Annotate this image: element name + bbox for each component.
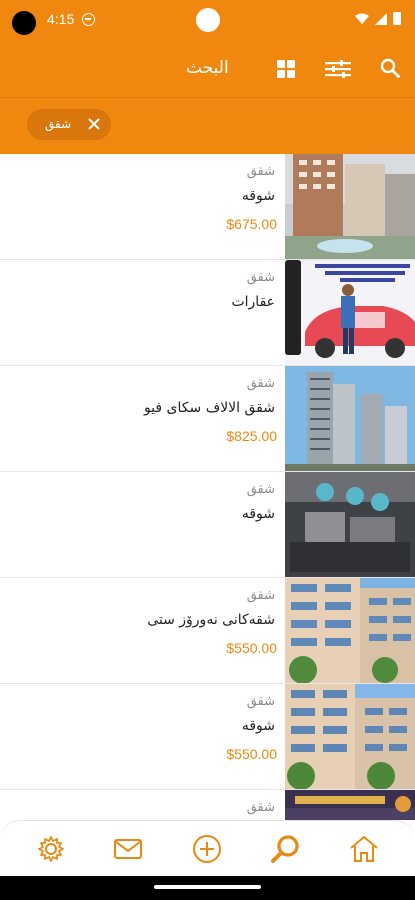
battery-icon <box>393 12 401 25</box>
home-icon[interactable] <box>348 833 380 865</box>
top-header: 4:15 البحث <box>0 0 415 97</box>
filter-chip-label: شقق <box>45 117 72 131</box>
listing-category: شقق <box>246 376 275 391</box>
listings-list: شقق شوقە $675.00 شقق عقارات شقق شقق الال… <box>0 154 415 820</box>
listing-row[interactable]: شقق شقەکانی نەورۆز ستی $550.00 <box>0 578 415 684</box>
do-not-disturb-icon <box>82 13 95 26</box>
system-navigation-bar <box>0 876 415 900</box>
mail-icon[interactable] <box>112 833 144 865</box>
listing-price: $675.00 <box>226 216 277 232</box>
listing-thumbnail <box>285 790 415 820</box>
listing-name: عقارات <box>231 294 275 310</box>
camera-cutout <box>12 11 36 35</box>
filter-sliders-icon[interactable] <box>325 60 351 78</box>
grid-cell <box>287 60 295 68</box>
grid-cell <box>277 70 285 78</box>
listing-thumbnail <box>285 260 415 365</box>
listing-name: شوقە <box>241 718 275 734</box>
listing-thumbnail <box>285 684 415 789</box>
listing-name: شوقە <box>241 506 275 522</box>
listing-category: شقق <box>246 694 275 709</box>
listing-thumbnail <box>285 472 415 577</box>
status-bar: 4:15 <box>0 0 415 38</box>
listing-category: شقق <box>246 588 275 603</box>
listing-row[interactable]: شقق شقق الالاف سكاى فيو $825.00 <box>0 366 415 472</box>
app-bar: البحث <box>0 48 415 88</box>
status-time: 4:15 <box>47 11 75 27</box>
listing-price: $550.00 <box>226 746 277 762</box>
search-icon[interactable] <box>270 833 302 865</box>
listing-thumbnail <box>285 154 415 259</box>
listing-row[interactable]: شقق شوقە <box>0 472 415 578</box>
bottom-navigation <box>0 820 415 876</box>
listing-thumbnail <box>285 366 415 471</box>
listing-name: شوقە <box>241 188 275 204</box>
close-icon[interactable] <box>86 116 102 132</box>
filter-bar: شقق <box>0 97 415 154</box>
listing-name: شقق الالاف سكاى فيو <box>143 400 275 416</box>
listing-name: شقەکانی نەورۆز ستی <box>147 612 275 628</box>
listing-row[interactable]: شقق شوقە $675.00 <box>0 154 415 260</box>
listing-row[interactable]: شقق <box>0 790 415 820</box>
listing-row[interactable]: شقق عقارات <box>0 260 415 366</box>
search-icon[interactable] <box>380 58 400 78</box>
listing-category: شقق <box>246 164 275 179</box>
listing-category: شقق <box>246 270 275 285</box>
settings-icon[interactable] <box>35 833 67 865</box>
grid-cell <box>277 60 285 68</box>
signal-icon <box>375 12 387 25</box>
listing-category: شقق <box>246 800 275 815</box>
grid-view-icon[interactable] <box>277 60 295 78</box>
grid-cell <box>287 70 295 78</box>
listing-price: $825.00 <box>226 428 277 444</box>
home-gesture-pill[interactable] <box>154 885 261 889</box>
front-camera <box>196 8 220 32</box>
listing-thumbnail <box>285 578 415 683</box>
page-title: البحث <box>186 58 229 78</box>
listing-row[interactable]: شقق شوقە $550.00 <box>0 684 415 790</box>
system-icons <box>355 12 401 25</box>
listing-price: $550.00 <box>226 640 277 656</box>
wifi-icon <box>355 13 369 24</box>
listing-category: شقق <box>246 482 275 497</box>
filter-chip[interactable]: شقق <box>27 109 111 140</box>
add-icon[interactable] <box>191 833 223 865</box>
